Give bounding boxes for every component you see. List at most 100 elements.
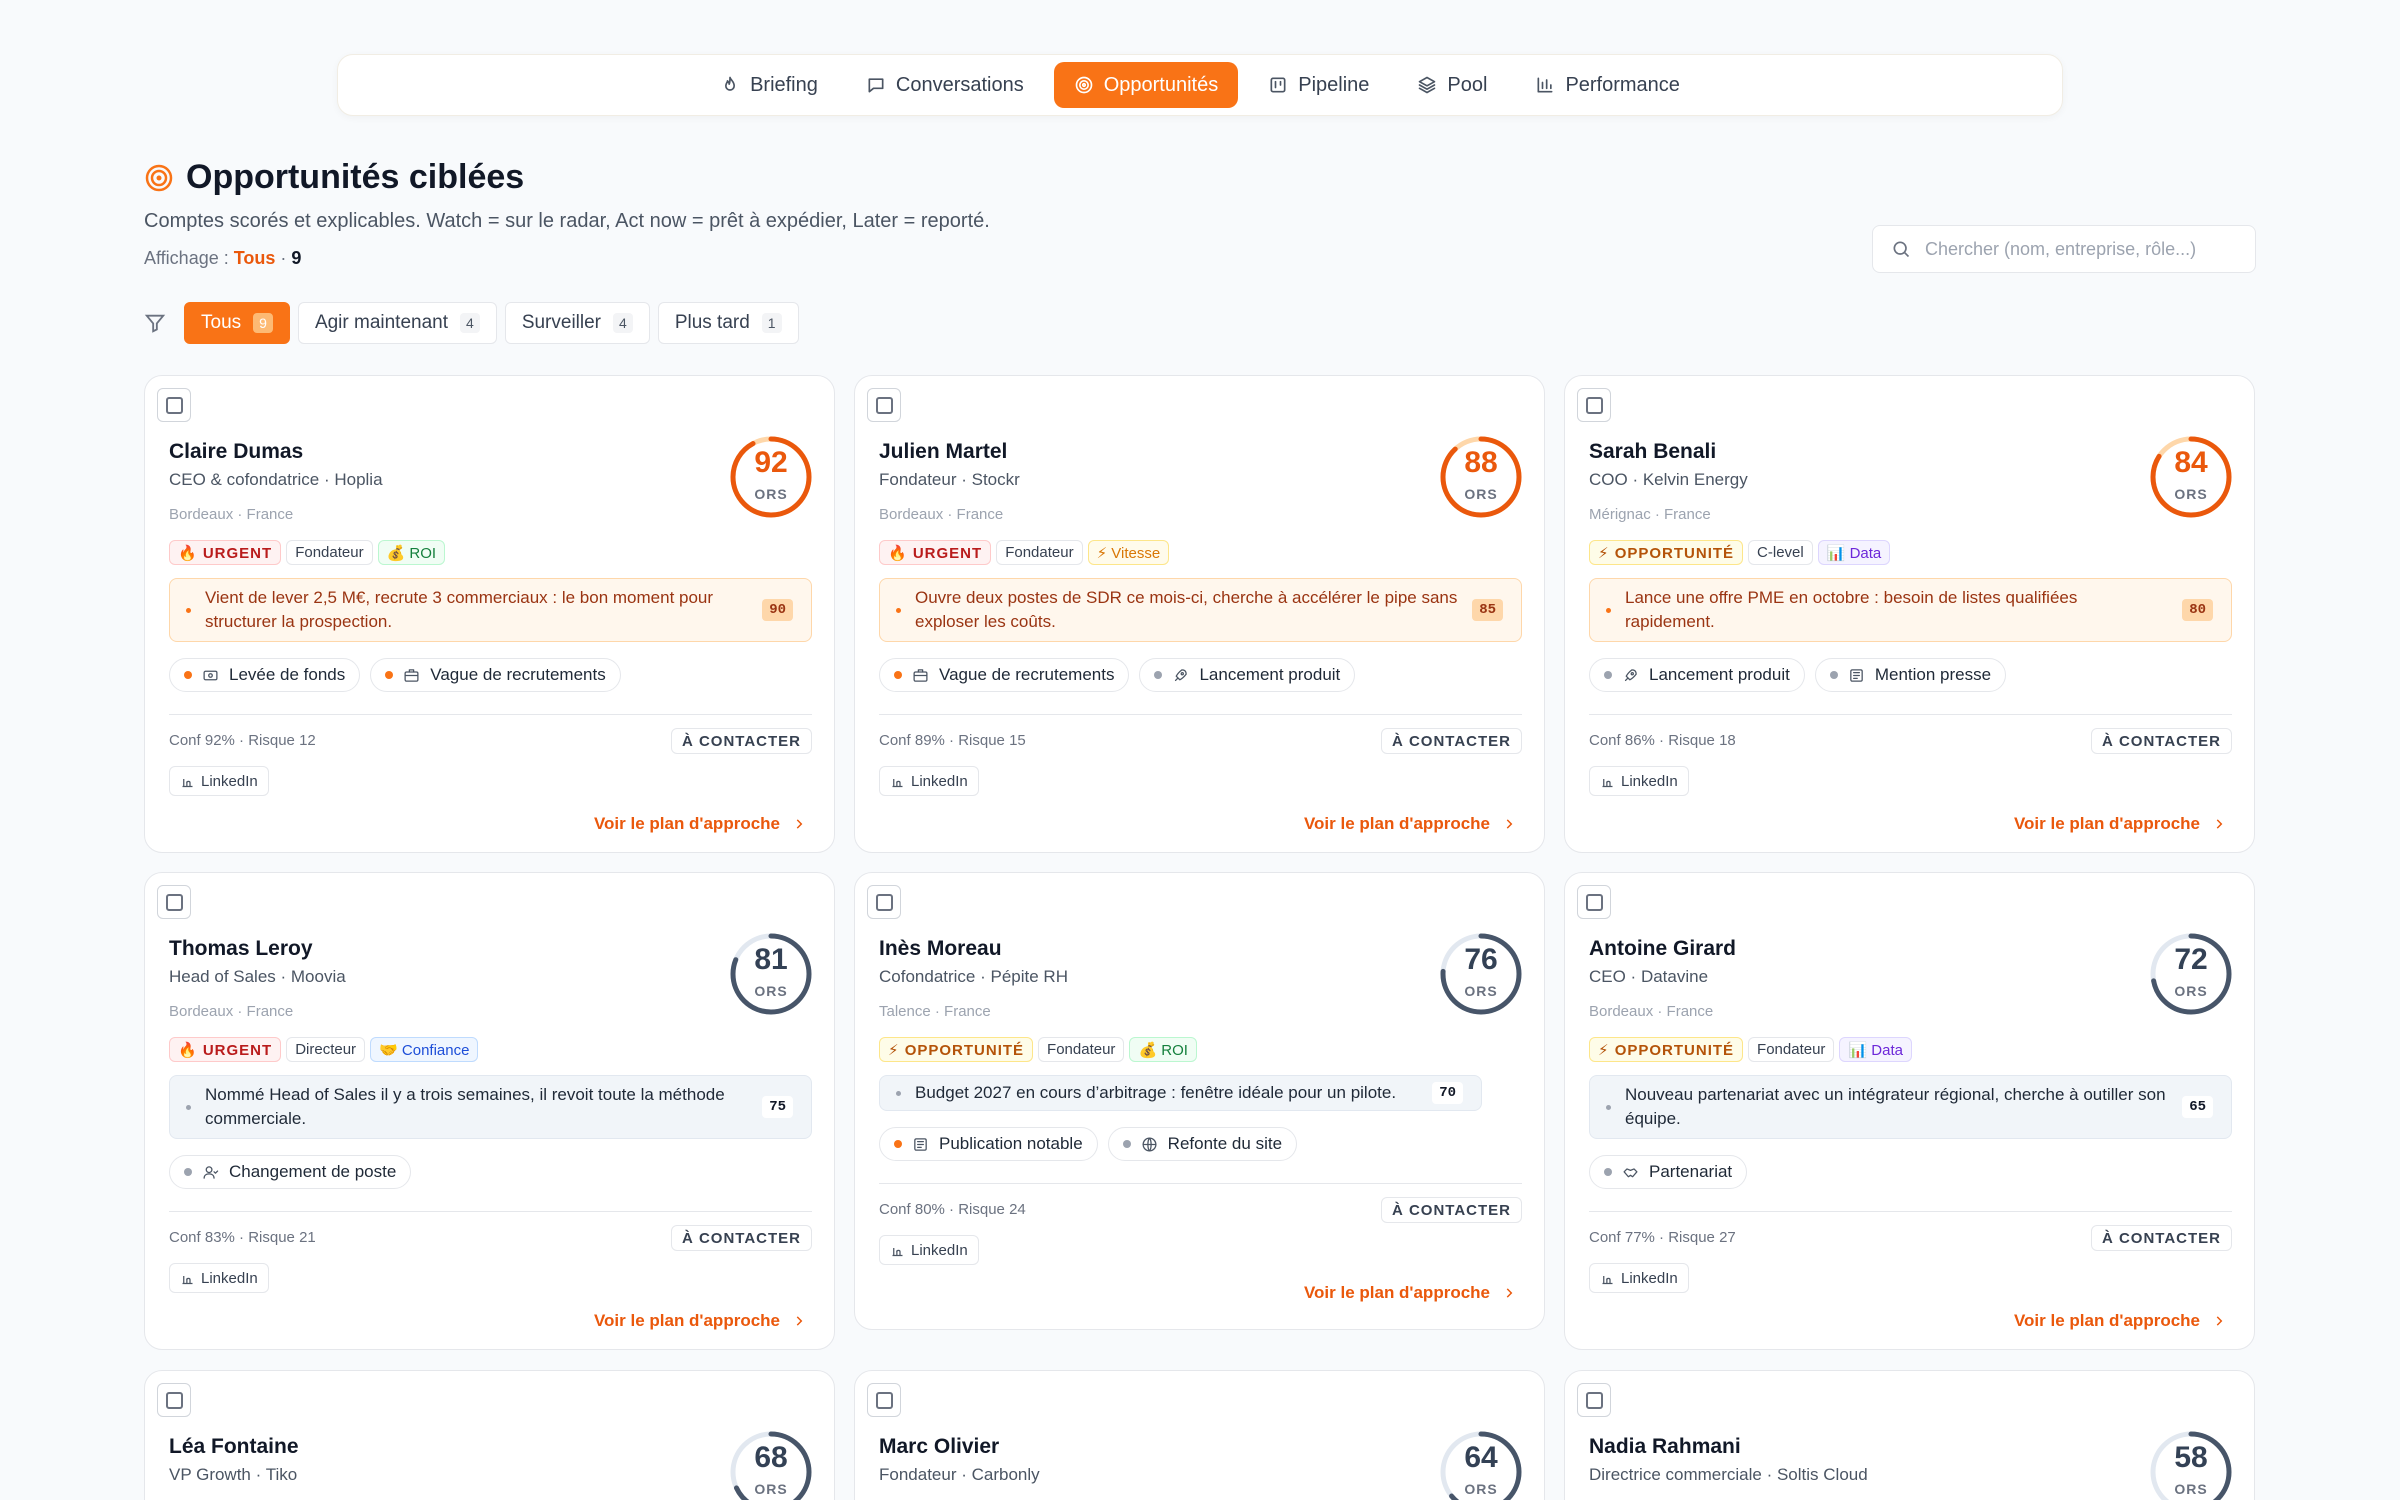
select-checkbox[interactable] [867,885,901,919]
newspaper-icon [1850,668,1863,682]
signal-box: Budget 2027 en cours d’arbitrage : fenêt… [879,1075,1482,1111]
event-chip: Vague de recrutements [370,658,621,692]
approach-plan-link[interactable]: Voir le plan d'approche [1304,1283,1516,1303]
event-label: Mention presse [1874,665,1992,684]
channel-linkedin[interactable]: LinkedIn [169,1263,269,1293]
event-chip: Partenariat [1589,1155,1748,1189]
event-label: Lancement produit [1199,665,1341,684]
contact-role: CEO · Datavine [1589,967,1709,986]
opportunity-card[interactable]: Thomas Leroy Head of Sales · Moovia Bordea… [144,872,835,1350]
tab-performance[interactable]: Performance [1517,62,1698,108]
opportunity-card[interactable]: Claire Dumas CEO & cofondatrice · Hoplia B… [144,375,835,853]
top-nav: Briefing Conversations Opportunités Pipelin… [337,54,2063,116]
event-label: Levée de fonds [229,665,346,684]
linkedin-icon [1602,778,1613,787]
select-checkbox[interactable] [1577,388,1611,422]
ors-score-ring: 84 ORS [2148,434,2234,520]
ors-score-value: 58 [2174,1441,2208,1474]
channel-linkedin[interactable]: LinkedIn [1589,766,1689,796]
divider [879,714,1522,715]
divider [879,1183,1522,1184]
confidence-risk: Conf 80% · Risque 24 [879,1201,1026,1218]
ors-score-label: ORS [1464,1481,1498,1497]
event-chip: Publication notable [879,1127,1098,1161]
ors-score-label: ORS [754,983,788,999]
opportunity-card[interactable]: Léa Fontaine VP Growth · Tiko 68 ORS [144,1370,835,1500]
event-label: Refonte du site [1167,1134,1283,1153]
tag-badge: ⚡ OPPORTUNITÉ [1589,1037,1744,1062]
approach-plan-link[interactable]: Voir le plan d'approche [2014,1311,2226,1331]
signal-score: 80 [2182,599,2213,621]
channel-linkedin[interactable]: LinkedIn [879,1235,979,1265]
search-input[interactable] [1925,238,2225,260]
filter-chip[interactable]: Plus tard 1 [657,302,799,344]
channel-linkedin[interactable]: LinkedIn [879,766,979,796]
search-box[interactable] [1872,225,2256,273]
approach-plan-link[interactable]: Voir le plan d'approche [594,814,806,834]
approach-plan-link[interactable]: Voir le plan d'approche [594,1311,806,1331]
ors-score-label: ORS [2174,983,2208,999]
select-checkbox[interactable] [867,1383,901,1417]
tab-pool[interactable]: Pool [1399,62,1505,108]
approach-plan-link[interactable]: Voir le plan d'approche [1304,814,1516,834]
select-checkbox[interactable] [157,388,191,422]
filter-label: Tous [201,312,242,333]
chevron-right-icon [2216,1316,2223,1326]
tab-conversations[interactable]: Conversations [848,62,1042,108]
ors-score-value: 88 [1464,446,1498,479]
tag-badge: ⚡ OPPORTUNITÉ [1589,540,1744,565]
filter-chip[interactable]: Agir maintenant 4 [297,302,497,344]
select-checkbox[interactable] [867,388,901,422]
tag-badge: 💰 ROI [1129,1037,1197,1062]
opportunity-card[interactable]: Inès Moreau Cofondatrice · Pépite RH Talen… [854,872,1545,1330]
display-separator: · [275,248,292,268]
briefcase-icon [404,668,419,682]
event-label: Partenariat [1649,1162,1733,1181]
tag-badge: Fondateur [1038,1037,1125,1062]
contact-location: Mérignac · France [1589,506,1711,523]
opportunity-card[interactable]: Nadia Rahmani Directrice commerciale · So… [1564,1370,2255,1500]
chevron-right-icon [1506,1288,1513,1298]
select-checkbox[interactable] [1577,1383,1611,1417]
select-checkbox[interactable] [157,885,191,919]
kanban-icon [1270,77,1286,93]
contact-name: Julien Martel [879,440,1008,463]
signal-text: Lance une offre PME en octobre : besoin … [1625,588,2078,631]
filter-chip[interactable]: Surveiller 4 [504,302,650,344]
status-badge: À CONTACTER [1380,1197,1522,1223]
tab-briefing[interactable]: Briefing [702,62,836,108]
event-label: Publication notable [939,1134,1083,1153]
filter-chip[interactable]: Tous 9 [184,302,290,344]
bar-chart-icon [1537,77,1553,93]
signal-box: Ouvre deux postes de SDR ce mois-ci, che… [879,578,1522,642]
event-chip: Vague de recrutements [879,658,1130,692]
approach-plan-link[interactable]: Voir le plan d'approche [2014,814,2226,834]
event-chip: Mention presse [1814,658,2007,692]
ors-score-value: 92 [754,446,788,479]
opportunity-card[interactable]: Julien Martel Fondateur · Stockr Bordeaux … [854,375,1545,853]
channel-linkedin[interactable]: LinkedIn [1589,1263,1689,1293]
opportunity-card[interactable]: Sarah Benali COO · Kelvin Energy Mérignac … [1564,375,2255,853]
tab-pipeline[interactable]: Pipeline [1250,62,1387,108]
page-subtitle: Comptes scorés et explicables. Watch = s… [144,210,990,232]
event-list: Levée de fonds Vague de recrutements [169,658,621,692]
event-chip: Lancement produit [1139,658,1356,692]
select-checkbox[interactable] [157,1383,191,1417]
opportunity-card[interactable]: Marc Olivier Fondateur · Carbonly 64 ORS [854,1370,1545,1500]
signal-box: Nommé Head of Sales il y a trois semaine… [169,1075,812,1139]
select-checkbox[interactable] [1577,885,1611,919]
tag-badge: 🔥 URGENT [879,540,992,565]
status-badge: À CONTACTER [2090,728,2232,754]
divider [1589,1211,2232,1212]
channel-linkedin[interactable]: LinkedIn [169,766,269,796]
tab-opportunites[interactable]: Opportunités [1053,62,1239,108]
signal-text: Budget 2027 en cours d’arbitrage : fenêt… [915,1083,1397,1102]
tab-label: Opportunités [1103,73,1219,96]
event-label: Vague de recrutements [939,665,1115,684]
signal-box: Nouveau partenariat avec un intégrateur … [1589,1075,2232,1139]
tag-badge: 🔥 URGENT [169,540,282,565]
linkedin-icon [182,1275,193,1284]
filter-bar: Tous 9 Agir maintenant 4 Surveiller 4 Plus tar… [144,302,799,344]
ors-score-label: ORS [754,1481,788,1497]
opportunity-card[interactable]: Antoine Girard CEO · Datavine Bordeaux · F… [1564,872,2255,1350]
